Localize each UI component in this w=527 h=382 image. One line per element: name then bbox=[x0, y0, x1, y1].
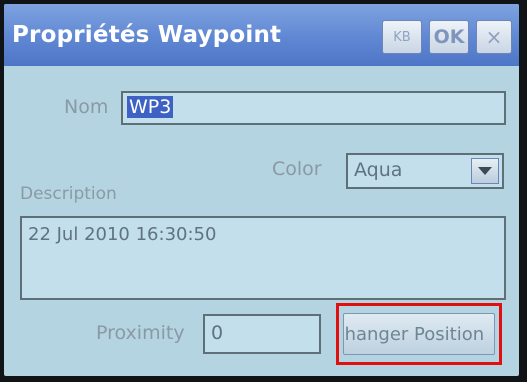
dialog-title: Propriétés Waypoint bbox=[12, 22, 282, 48]
device-screen-frame: Propriétés Waypoint KB OK × Nom WP3 Colo… bbox=[0, 0, 527, 382]
name-value: WP3 bbox=[127, 96, 174, 118]
dropdown-button[interactable] bbox=[471, 158, 499, 184]
name-field[interactable]: WP3 bbox=[121, 91, 506, 125]
ok-button[interactable]: OK bbox=[429, 20, 469, 54]
waypoint-properties-dialog: Propriétés Waypoint KB OK × Nom WP3 Colo… bbox=[4, 4, 519, 376]
color-value: Aqua bbox=[354, 159, 403, 181]
close-button[interactable]: × bbox=[476, 20, 512, 54]
proximity-value: 0 bbox=[211, 322, 224, 344]
proximity-field[interactable]: 0 bbox=[203, 314, 321, 354]
color-select[interactable]: Aqua bbox=[346, 153, 504, 189]
change-position-label: Changer Position bbox=[343, 323, 485, 345]
keyboard-button[interactable]: KB bbox=[382, 20, 422, 54]
color-label: Color bbox=[272, 158, 322, 180]
change-position-highlight: Changer Position bbox=[336, 303, 502, 365]
chevron-down-icon bbox=[478, 167, 492, 175]
proximity-label: Proximity bbox=[96, 322, 185, 344]
description-value: 22 Jul 2010 16:30:50 bbox=[28, 224, 217, 245]
title-bar: Propriétés Waypoint KB OK × bbox=[4, 4, 519, 66]
name-label: Nom bbox=[64, 96, 109, 118]
change-position-button[interactable]: Changer Position bbox=[343, 313, 495, 355]
description-field[interactable]: 22 Jul 2010 16:30:50 bbox=[20, 216, 506, 300]
description-label: Description bbox=[20, 184, 117, 204]
